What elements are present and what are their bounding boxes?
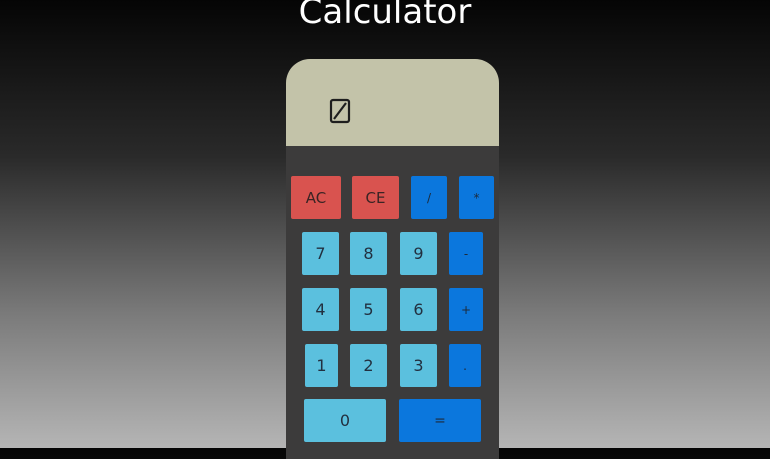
zero-button[interactable]: 0 bbox=[304, 399, 386, 442]
ac-button[interactable]: AC bbox=[291, 176, 341, 219]
minus-button[interactable]: - bbox=[449, 232, 483, 275]
plus-button[interactable]: + bbox=[449, 288, 483, 331]
divide-button[interactable]: / bbox=[411, 176, 447, 219]
page-title: Calculator bbox=[298, 0, 472, 32]
nine-button[interactable]: 9 bbox=[400, 232, 437, 275]
two-button[interactable]: 2 bbox=[350, 344, 387, 387]
four-button[interactable]: 4 bbox=[302, 288, 339, 331]
ce-button[interactable]: CE bbox=[352, 176, 399, 219]
decimal-button[interactable]: . bbox=[449, 344, 481, 387]
multiply-button[interactable]: * bbox=[459, 176, 494, 219]
one-button[interactable]: 1 bbox=[305, 344, 338, 387]
three-button[interactable]: 3 bbox=[400, 344, 437, 387]
five-button[interactable]: 5 bbox=[350, 288, 387, 331]
equals-button[interactable]: = bbox=[399, 399, 481, 442]
six-button[interactable]: 6 bbox=[400, 288, 437, 331]
seven-button[interactable]: 7 bbox=[302, 232, 339, 275]
display-screen bbox=[286, 59, 499, 146]
missing-glyph-icon bbox=[329, 98, 351, 124]
eight-button[interactable]: 8 bbox=[350, 232, 387, 275]
calculator: AC CE / * 7 8 9 - 4 5 6 + 1 2 3 . 0 = bbox=[286, 59, 499, 459]
